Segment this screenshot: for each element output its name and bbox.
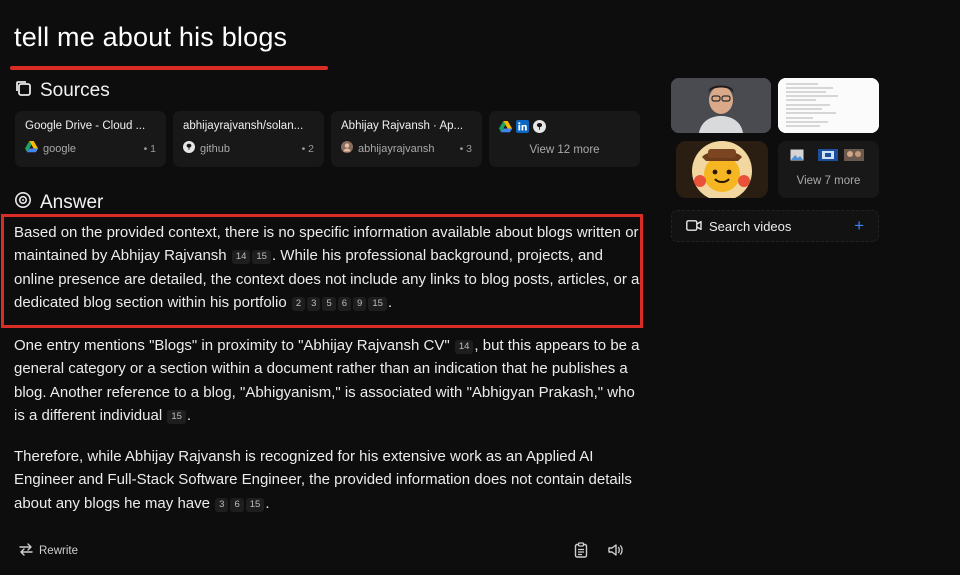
google-drive-icon	[499, 120, 512, 138]
plus-icon: +	[854, 216, 864, 235]
citation-badge[interactable]: 5	[322, 296, 336, 311]
sources-heading: Sources	[14, 79, 110, 102]
google-drive-icon	[25, 141, 38, 156]
github-icon	[183, 141, 195, 156]
image-thumbnail[interactable]	[671, 78, 771, 133]
swap-arrows-icon	[19, 543, 33, 559]
query-heading: tell me about his blogs	[10, 22, 328, 70]
answer-text: .	[387, 293, 393, 311]
source-site: abhijayrajvansh	[358, 142, 435, 155]
avatar-icon	[341, 141, 353, 156]
answer-text: One entry mentions "Blogs" in proximity …	[14, 337, 450, 354]
source-title: Abhijay Rajvansh · Ap...	[341, 120, 464, 132]
citation-badge[interactable]: 6	[337, 296, 352, 311]
citation-badge[interactable]: 3	[307, 296, 321, 311]
linkedin-icon	[516, 120, 529, 138]
source-site: github	[200, 142, 230, 155]
answer-label: Answer	[40, 191, 104, 213]
cartoon-bee-thumbnail[interactable]	[676, 141, 768, 198]
answer-text: .	[265, 494, 270, 512]
answer-paragraph: Therefore, while Abhijay Rajvansh is rec…	[14, 445, 640, 515]
search-videos-button[interactable]: Search videos +	[671, 210, 879, 242]
citation-badge[interactable]: 15	[245, 497, 265, 512]
source-number: 3	[466, 142, 472, 155]
view-more-sources-button[interactable]: View 12 more	[489, 111, 640, 167]
query-highlight-underline	[10, 66, 328, 70]
citation-badge[interactable]: 15	[368, 296, 387, 311]
source-title: Google Drive - Cloud ...	[25, 120, 146, 132]
search-videos-label: Search videos	[709, 218, 792, 234]
sources-label: Sources	[40, 79, 110, 101]
speaker-icon[interactable]	[607, 542, 624, 563]
answer-icon	[14, 191, 32, 214]
answer-paragraph: One entry mentions "Blogs" in proximity …	[14, 334, 640, 427]
source-cards: Google Drive - Cloud ... google • 1 abhi…	[15, 111, 640, 167]
clipboard-icon[interactable]	[574, 542, 588, 563]
more-source-icons	[499, 120, 546, 138]
image-icon	[790, 148, 804, 166]
rewrite-label: Rewrite	[39, 545, 78, 557]
answer-text: Therefore, while Abhijay Rajvansh is rec…	[14, 448, 632, 512]
view-more-images-button[interactable]: View 7 more	[778, 141, 879, 198]
answer-heading: Answer	[14, 191, 103, 214]
query-text: tell me about his blogs	[14, 22, 288, 52]
answer-paragraph: Based on the provided context, there is …	[14, 221, 640, 314]
source-site: google	[43, 142, 77, 155]
citation-badge[interactable]: 2	[291, 296, 306, 311]
source-number: 2	[308, 142, 314, 155]
source-card[interactable]: Abhijay Rajvansh · Ap... abhijayrajvansh…	[331, 111, 482, 167]
view-more-label: View 12 more	[529, 144, 600, 156]
image-icon	[818, 148, 838, 166]
source-title: abhijayrajvansh/solan...	[183, 120, 304, 132]
copy-icon	[14, 79, 32, 102]
video-camera-icon	[686, 219, 702, 234]
citation-badge[interactable]: 15	[167, 409, 186, 424]
source-number: 1	[150, 142, 156, 155]
citation-badge[interactable]: 14	[454, 340, 474, 354]
github-icon	[533, 120, 546, 138]
rewrite-button[interactable]: Rewrite	[19, 543, 78, 559]
view-more-images-label: View 7 more	[796, 175, 861, 187]
image-icon	[844, 148, 864, 166]
citation-badge[interactable]: 15	[252, 250, 271, 265]
citation-badge[interactable]: 3	[215, 497, 229, 512]
document-thumbnail[interactable]	[778, 78, 879, 133]
answer-text: .	[186, 406, 192, 424]
source-card[interactable]: Google Drive - Cloud ... google • 1	[15, 111, 166, 167]
citation-badge[interactable]: 9	[353, 296, 367, 311]
citation-badge[interactable]: 6	[230, 497, 244, 512]
citation-badge[interactable]: 14	[231, 250, 251, 265]
source-card[interactable]: abhijayrajvansh/solan... github • 2	[173, 111, 324, 167]
